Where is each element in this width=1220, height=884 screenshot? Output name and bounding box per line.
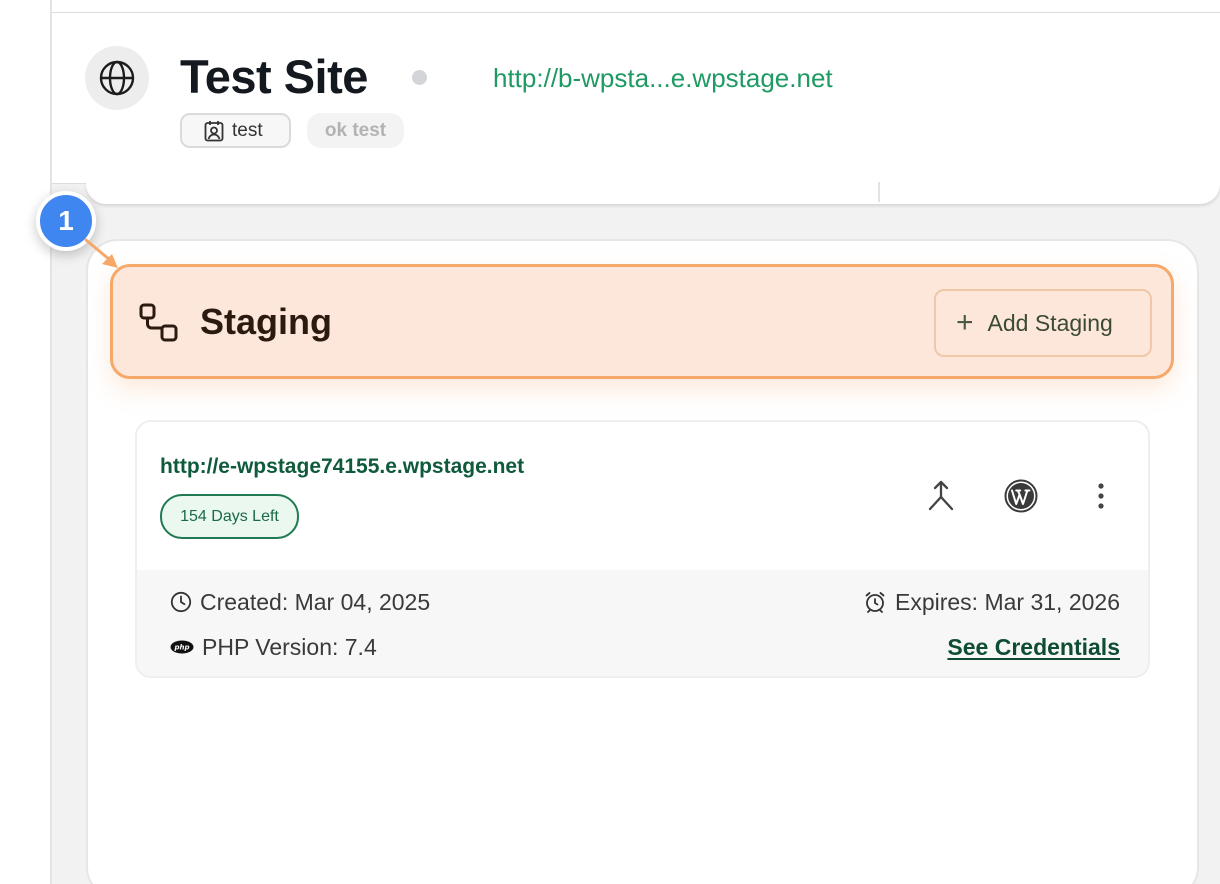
add-staging-label: Add Staging [987,309,1113,336]
wordpress-icon[interactable] [1001,476,1041,516]
site-title: Test Site [180,50,368,103]
alarm-clock-icon [863,590,887,614]
user-tag-label: test [232,119,263,141]
globe-icon [85,46,149,110]
upper-card-divider [878,182,880,202]
clock-icon [170,591,192,613]
see-credentials-link[interactable]: See Credentials [947,633,1120,661]
php-icon: php [170,640,194,654]
created-date: Created: Mar 04, 2025 [170,588,430,616]
staging-details: Created: Mar 04, 2025 php PHP Version: 7… [137,570,1148,676]
created-label: Created: Mar 04, 2025 [200,589,431,615]
add-staging-button[interactable]: + Add Staging [934,289,1152,357]
plus-icon: + [956,306,974,339]
note-tag[interactable]: ok test [307,113,404,148]
user-badge-icon [204,120,224,142]
upper-card-edge [86,182,1220,204]
more-vertical-icon[interactable] [1081,476,1121,516]
staging-environment-card: http://e-wpstage74155.e.wpstage.net 154 … [135,420,1150,678]
expires-label: Expires: Mar 31, 2026 [894,589,1120,615]
staging-icon [137,301,181,350]
days-left-badge: 154 Days Left [160,494,299,539]
php-version-label: PHP Version: 7.4 [202,634,377,660]
site-url-link[interactable]: http://b-wpsta...e.wpstage.net [493,63,833,93]
svg-text:php: php [173,644,189,652]
expires-date: Expires: Mar 31, 2026 [863,588,1120,616]
staging-section-header: Staging + Add Staging [110,264,1174,379]
php-version: php PHP Version: 7.4 [170,633,377,661]
step-arrow-icon [80,236,124,281]
status-dot [412,70,427,85]
site-header: Test Site http://b-wpsta...e.wpstage.net… [52,13,1220,183]
user-tag[interactable]: test [180,113,291,148]
staging-url-link[interactable]: http://e-wpstage74155.e.wpstage.net [160,455,524,479]
merge-icon[interactable] [921,476,961,516]
staging-title: Staging [200,301,332,342]
